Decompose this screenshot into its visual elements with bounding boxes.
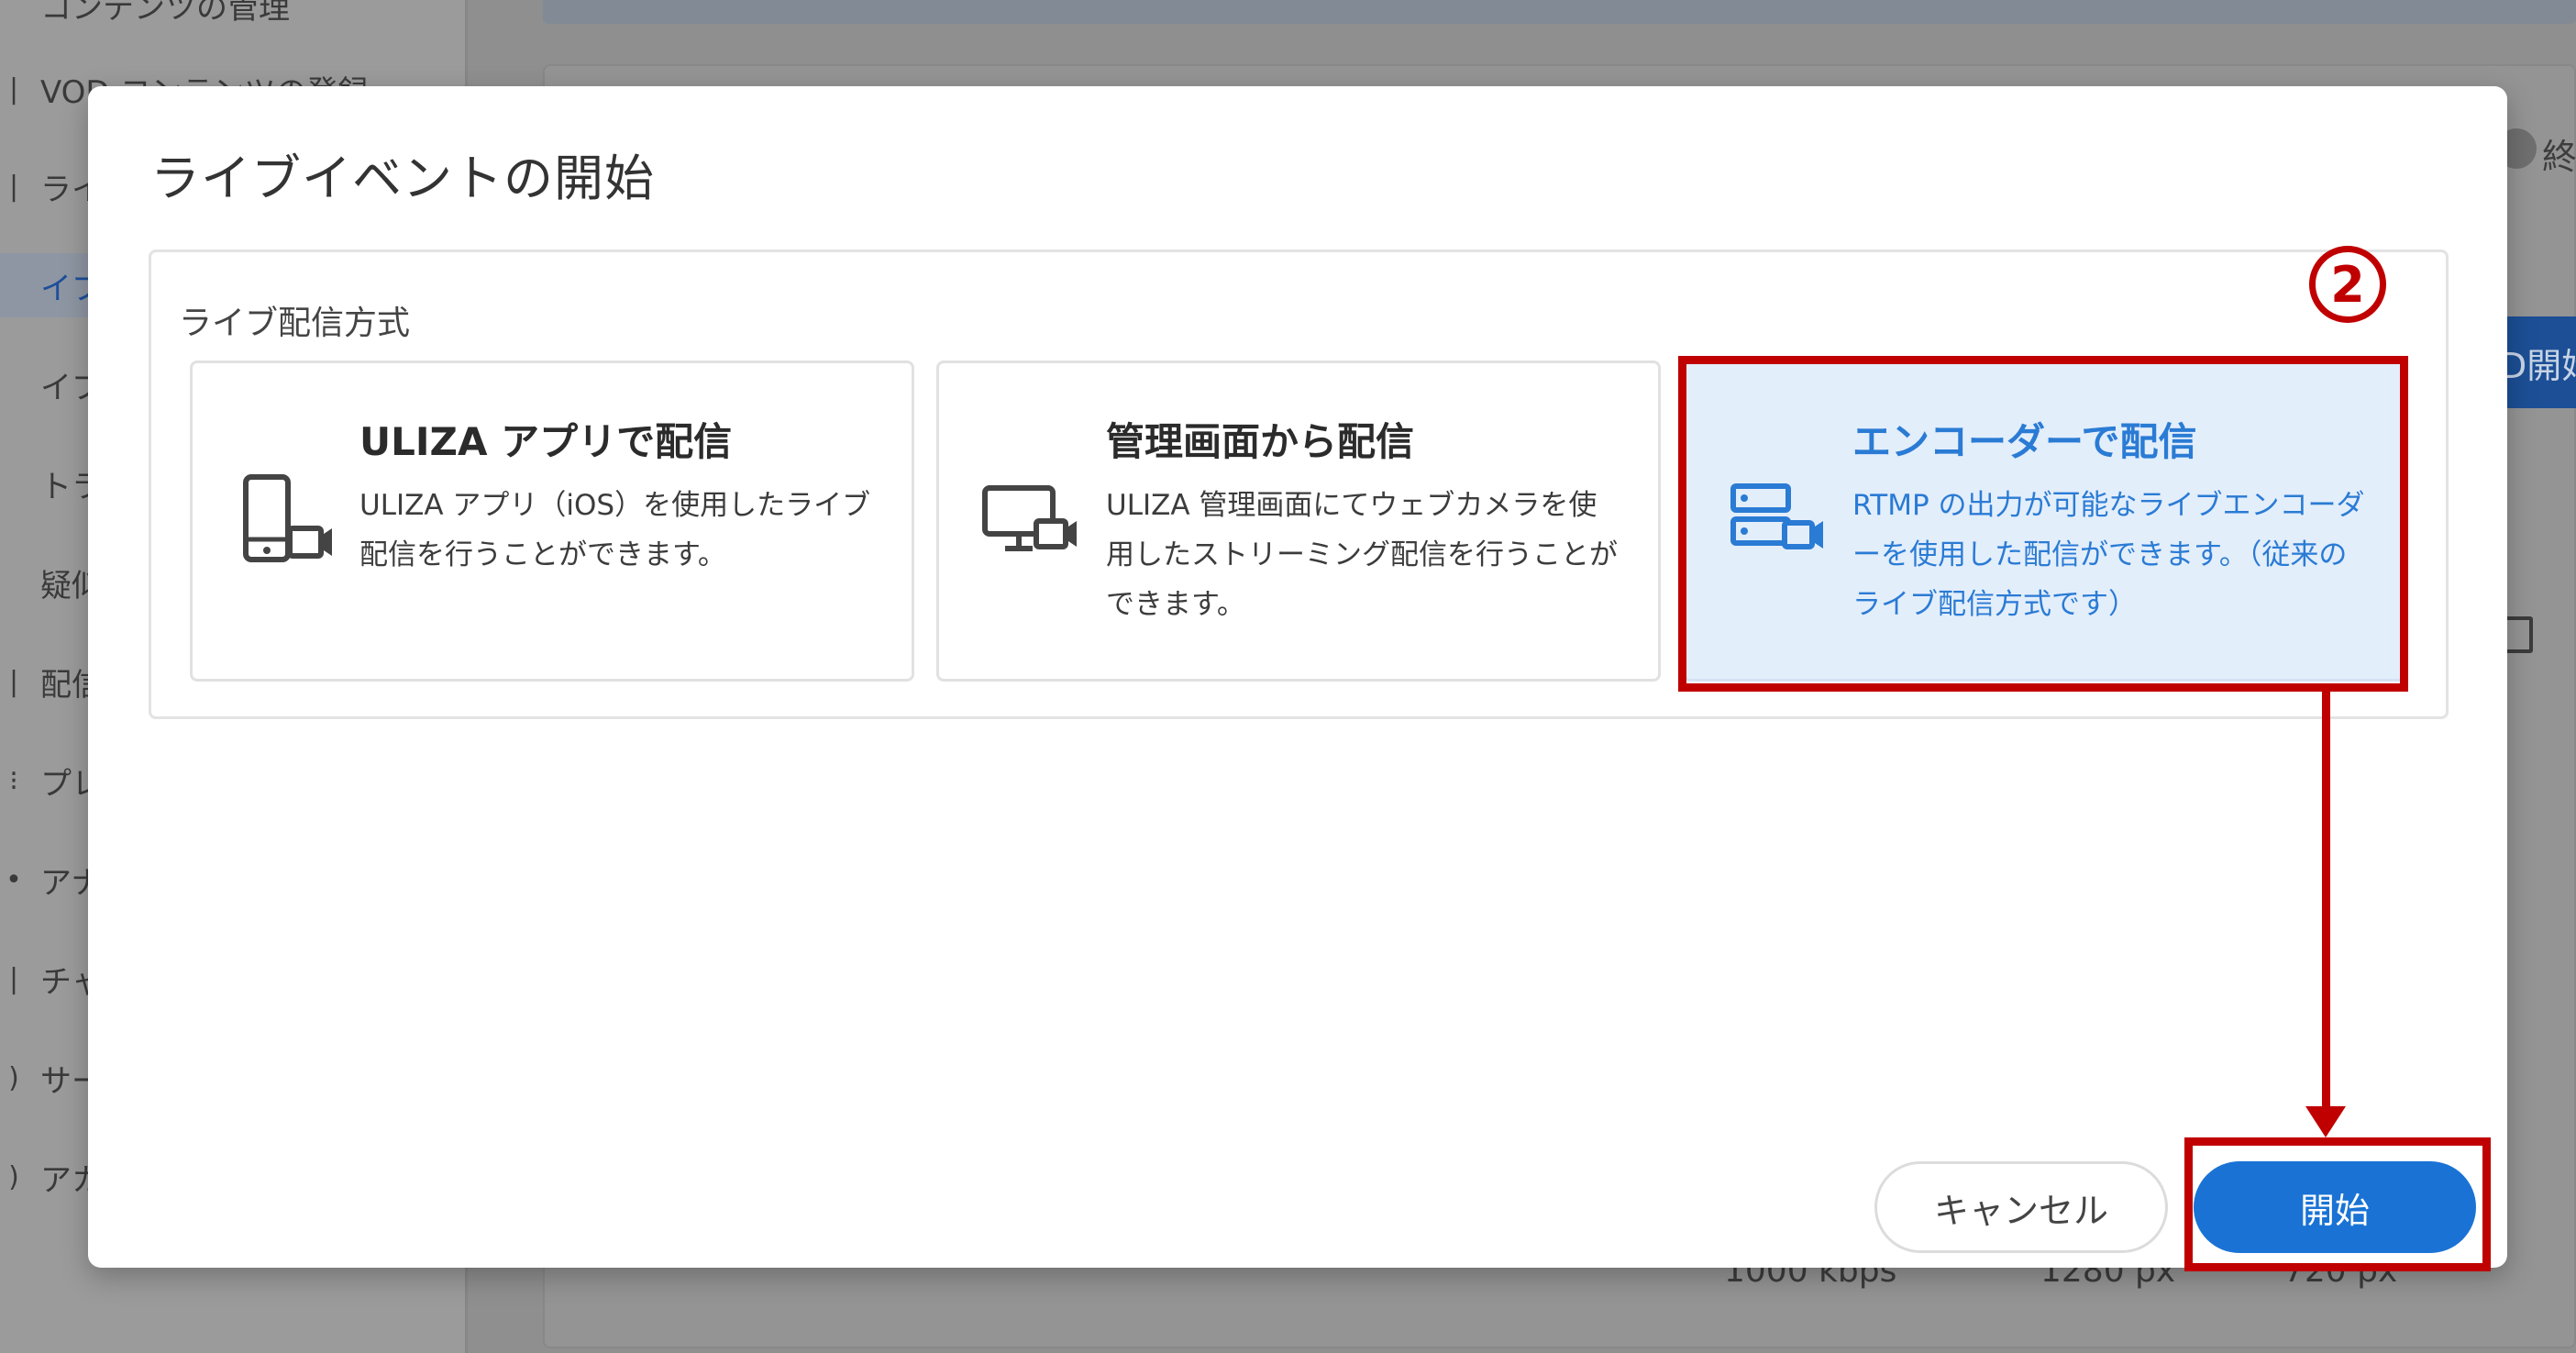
option-description: ULIZA アプリ（iOS）を使用したライブ配信を行うことができます。: [359, 489, 871, 571]
sidebar-item-glyph: |: [8, 170, 19, 203]
option-admin-console[interactable]: 管理画面から配信 ULIZA 管理画面にてウェブカメラを使用したストリーミング配…: [936, 360, 1661, 682]
cancel-button[interactable]: キャンセル: [1874, 1161, 2168, 1253]
sidebar-item-glyph: |: [8, 962, 19, 995]
step-number-badge: 2: [2309, 246, 2386, 323]
background-toggle-label: 終: [2542, 137, 2576, 177]
monitor-camera-icon: [979, 473, 1080, 569]
smartphone-camera-icon: [233, 473, 334, 569]
sidebar-item-glyph: ): [8, 1160, 19, 1193]
option-title: ULIZA アプリで配信: [359, 419, 733, 464]
option-description: ULIZA 管理画面にてウェブカメラを使用したストリーミング配信を行うことができ…: [1106, 489, 1618, 621]
background-topbar: [543, 0, 2576, 24]
sidebar-item-label: コンテンツの管理: [40, 0, 290, 27]
dialog-title: ライブイベントの開始: [150, 150, 655, 207]
sidebar-item-glyph: •: [6, 863, 22, 896]
sidebar-item-glyph: |: [8, 665, 19, 698]
screen: コンテンツの管理|VOD コンテンツの登録|ライイブイイブテトラン疑似ラ|配信⁝…: [0, 0, 2576, 1353]
annotation-arrow-line: [2322, 690, 2330, 1114]
live-method-label: ライブ配信方式: [179, 305, 411, 342]
sidebar-item-glyph: ⁝: [9, 764, 18, 797]
annotation-highlight-encoder: [1678, 356, 2408, 692]
option-title: 管理画面から配信: [1106, 419, 1415, 464]
background-sidebar-item: コンテンツの管理: [0, 0, 468, 37]
sidebar-item-glyph: ): [8, 1061, 19, 1094]
annotation-arrowhead: [2305, 1106, 2346, 1137]
sidebar-item-glyph: |: [8, 72, 19, 105]
option-uliza-app[interactable]: ULIZA アプリで配信 ULIZA アプリ（iOS）を使用したライブ配信を行う…: [190, 360, 914, 682]
annotation-highlight-start: [2184, 1137, 2491, 1271]
